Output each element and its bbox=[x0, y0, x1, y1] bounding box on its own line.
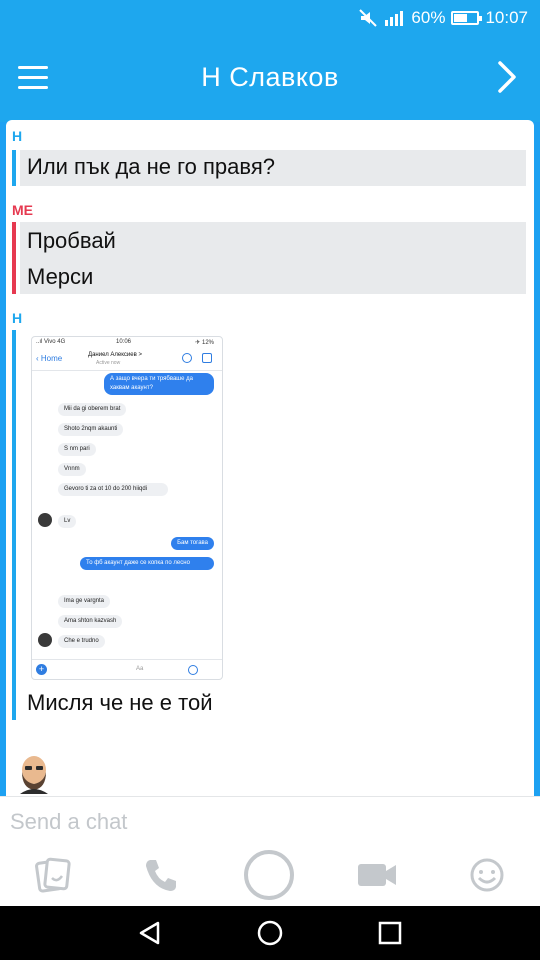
phone-icon[interactable] bbox=[140, 854, 182, 896]
contact-avatar bbox=[38, 633, 52, 647]
screenshot-bubble: Gevoro ti za ot 10 do 200 hiiqdi bbox=[58, 483, 168, 496]
screenshot-compose-placeholder: Aa bbox=[136, 666, 144, 672]
sender-label: Н bbox=[12, 310, 23, 326]
chat-toolbar bbox=[0, 846, 540, 906]
plus-icon: + bbox=[36, 664, 47, 675]
shared-screenshot[interactable]: ..ıl Vivo 4G 10:06 ✈ 12% ‹ Home Даниел А… bbox=[31, 336, 223, 680]
status-bar: 60% 10:07 bbox=[0, 0, 540, 36]
contact-avatar bbox=[38, 513, 52, 527]
video-icon bbox=[202, 353, 212, 363]
screenshot-carrier: ..ıl Vivo 4G bbox=[36, 339, 66, 345]
sender-label: ME bbox=[12, 202, 33, 218]
chat-message[interactable]: Пробвай bbox=[27, 228, 116, 254]
screenshot-bubble: Vnnm bbox=[58, 463, 86, 476]
video-icon[interactable] bbox=[354, 854, 400, 896]
screenshot-bubble: Lv bbox=[58, 515, 77, 528]
sender-label: Н bbox=[12, 128, 23, 144]
stickers-icon[interactable] bbox=[32, 854, 74, 896]
signal-icon bbox=[385, 11, 404, 26]
status-indicators: 60% 10:07 bbox=[359, 6, 528, 30]
back-icon[interactable] bbox=[136, 919, 164, 947]
screenshot-contact-status: Active now bbox=[96, 360, 121, 366]
screenshot-back-label: Home bbox=[40, 354, 63, 363]
screenshot-bubble: Shoto 2nqm akaunti bbox=[58, 423, 124, 436]
screenshot-bubble: S nm pari bbox=[58, 443, 96, 456]
battery-percent: 60% bbox=[411, 8, 446, 27]
capture-icon[interactable] bbox=[242, 848, 296, 902]
screenshot-bubble: То фб акаунт даже се копка по лесно bbox=[80, 557, 214, 570]
chat-title[interactable]: Н Славков bbox=[0, 62, 540, 93]
screenshot-nav: ‹ Home Даниел Алексиев > Active now bbox=[32, 349, 222, 371]
screenshot-compose-bar: + Aa bbox=[32, 659, 222, 679]
chat-message[interactable]: Или пък да не го правя? bbox=[27, 154, 275, 180]
battery-icon bbox=[451, 11, 483, 25]
bitmoji-avatar-icon[interactable] bbox=[16, 754, 52, 794]
screenshot-time: 10:06 bbox=[116, 339, 132, 345]
chat-input-bar bbox=[0, 796, 540, 846]
screenshot-contact-name: Даниел Алексиев > bbox=[88, 352, 142, 358]
screenshot-back: ‹ Home bbox=[36, 354, 63, 363]
screenshot-bubble: Che e trudno bbox=[58, 635, 105, 648]
screenshot-bubble: Ama shton kazvash bbox=[58, 615, 123, 628]
home-icon[interactable] bbox=[256, 919, 284, 947]
screenshot-bubble: Бам тогава bbox=[171, 537, 214, 550]
screenshot-battery: ✈ 12% bbox=[195, 340, 214, 346]
message-bar bbox=[12, 330, 16, 720]
clock: 10:07 bbox=[485, 8, 528, 27]
screenshot-bubble: Ima ge vargnta bbox=[58, 595, 111, 608]
emoji-icon[interactable] bbox=[466, 854, 508, 896]
message-bar bbox=[12, 150, 16, 186]
chat-header: Н Славков bbox=[0, 36, 540, 122]
chat-message[interactable]: Мисля че не е той bbox=[27, 690, 213, 716]
phone-icon bbox=[182, 353, 192, 363]
chat-message[interactable]: Мерси bbox=[27, 264, 93, 290]
screenshot-bubble: Mii da gi oberem brat bbox=[58, 403, 127, 416]
message-bar bbox=[12, 222, 16, 294]
emoji-icon bbox=[188, 665, 198, 675]
recents-icon[interactable] bbox=[376, 919, 404, 947]
chevron-right-icon[interactable] bbox=[496, 60, 518, 94]
chat-input[interactable] bbox=[10, 805, 510, 839]
screenshot-bubble: А защо вчера ти трябваше да хаквам акаун… bbox=[104, 373, 214, 395]
mute-icon bbox=[359, 9, 378, 27]
screenshot-status-bar: ..ıl Vivo 4G 10:06 ✈ 12% bbox=[32, 337, 222, 349]
chat-panel[interactable]: Н Или пък да не го правя? ME Пробвай Мер… bbox=[6, 120, 534, 796]
system-nav-bar bbox=[0, 906, 540, 960]
